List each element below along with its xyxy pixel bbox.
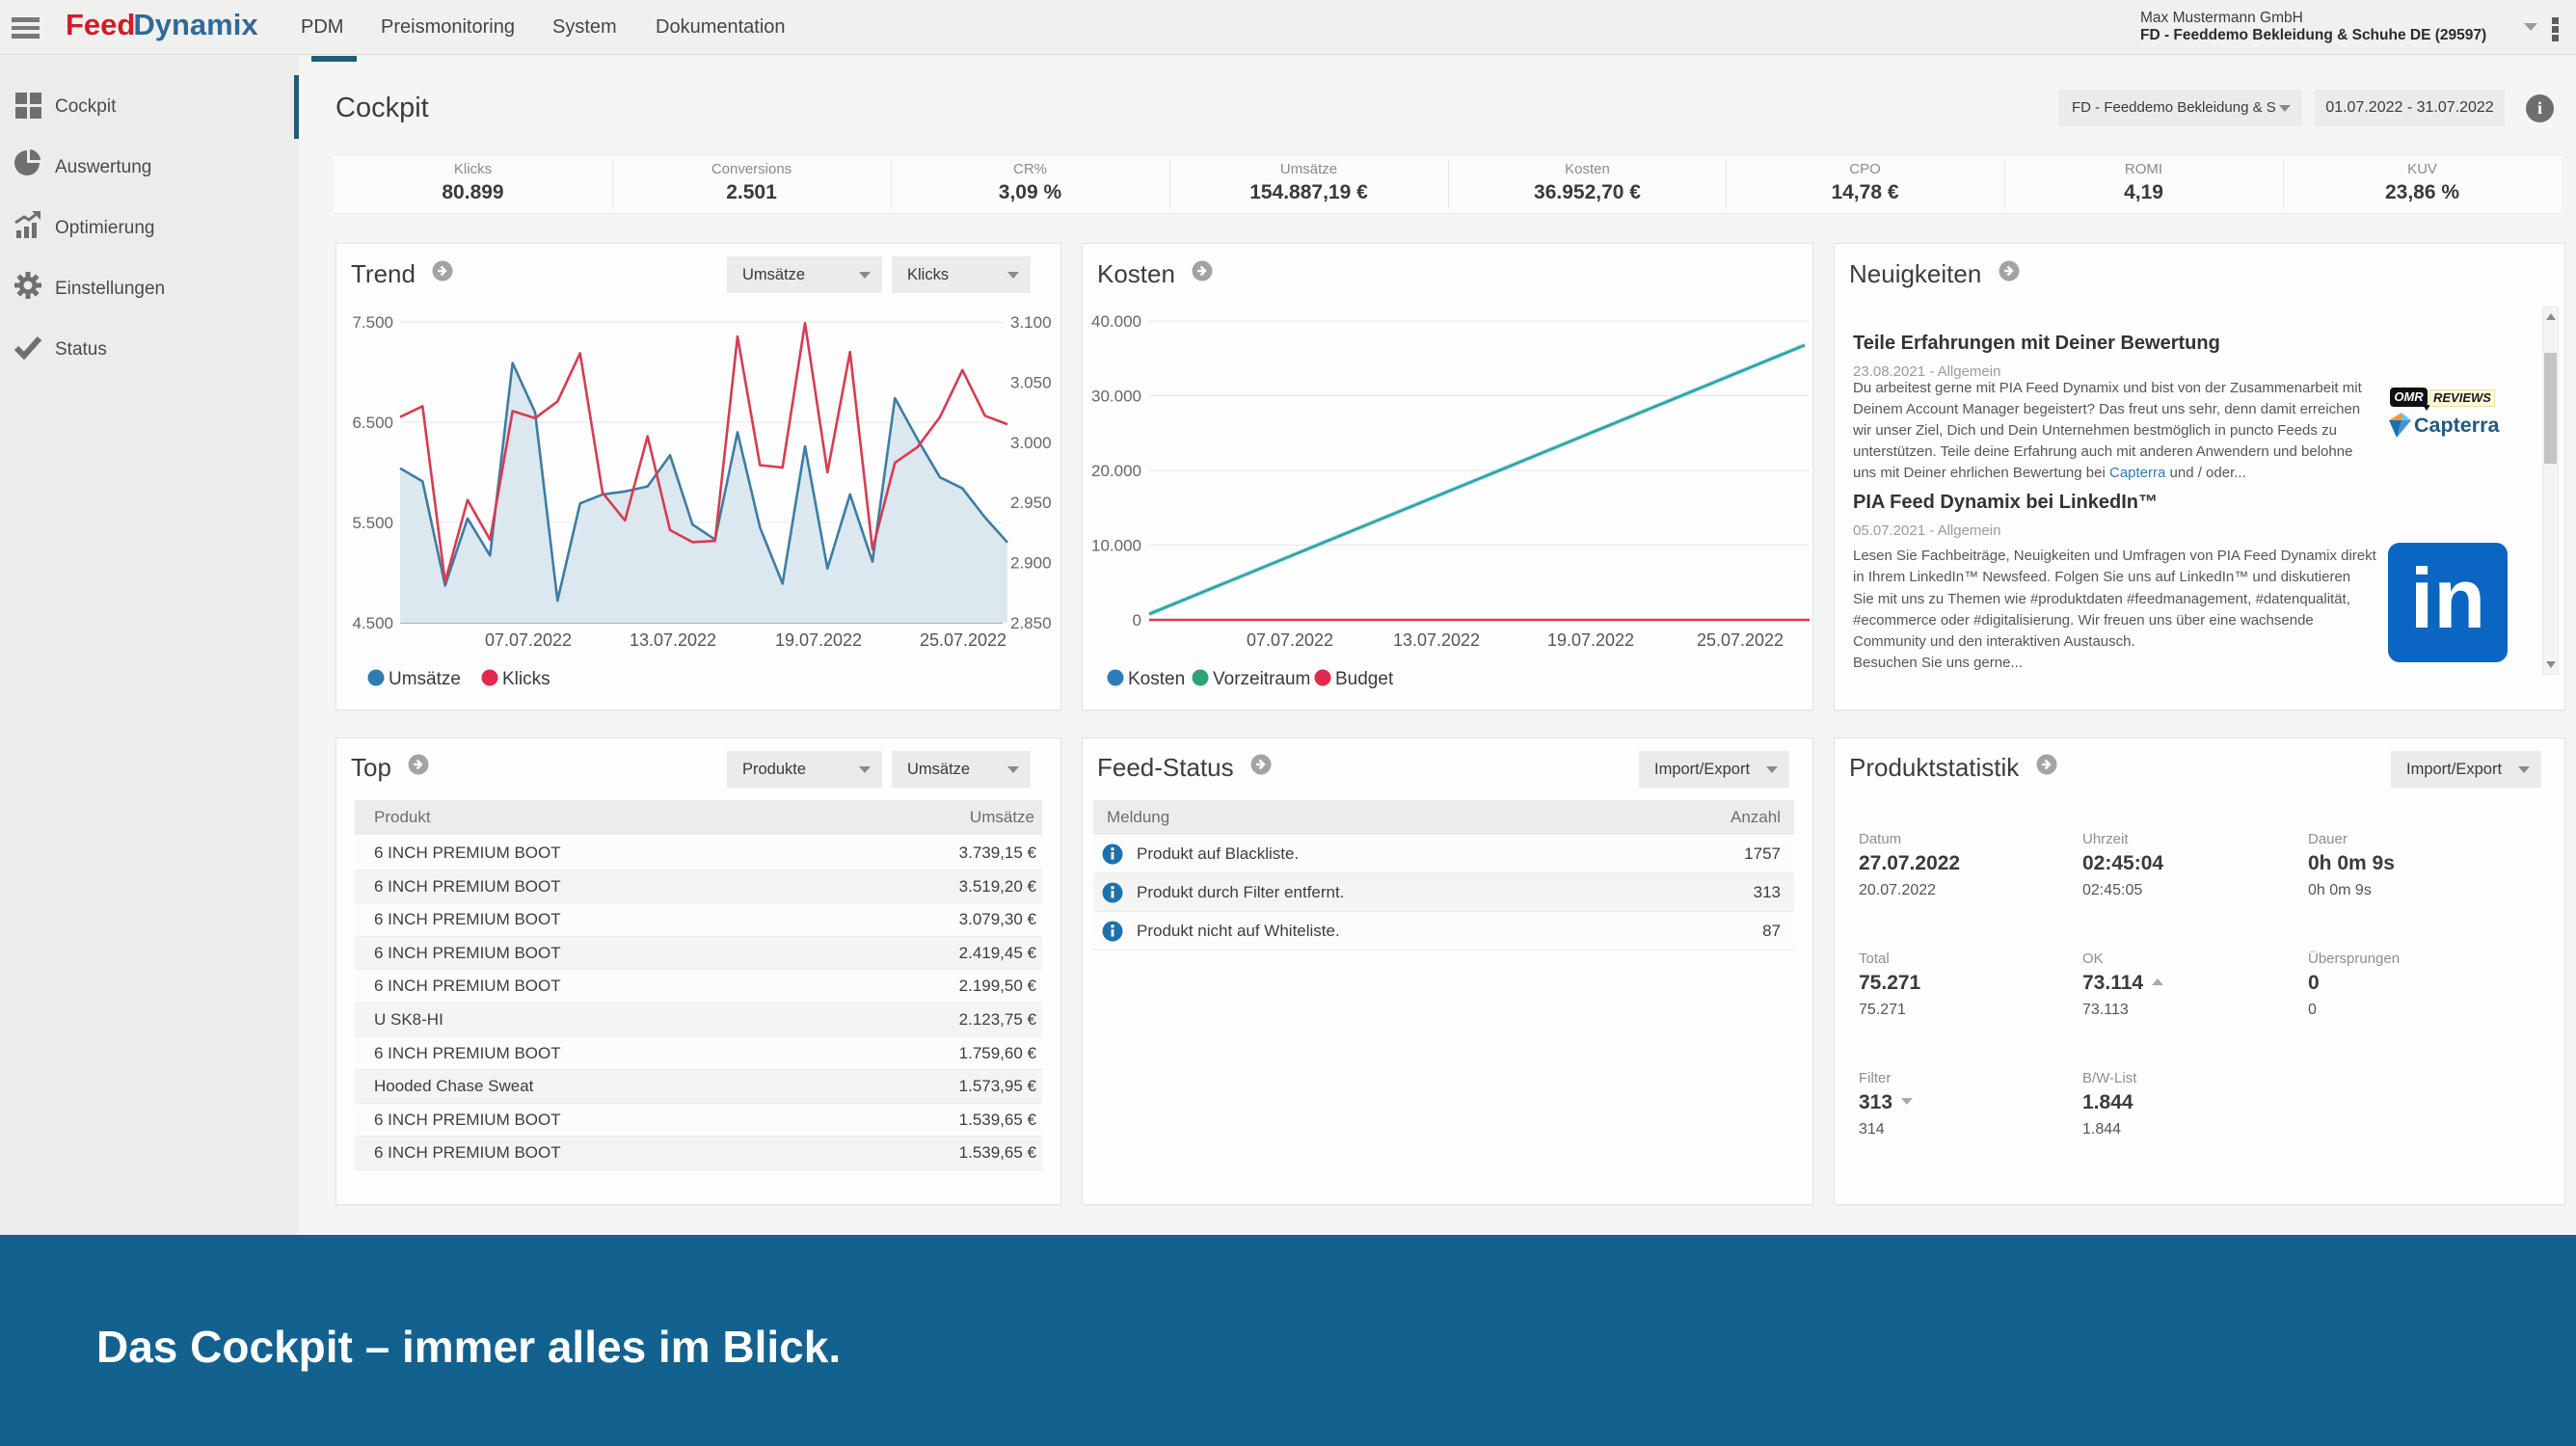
svg-text:40.000: 40.000 [1091,312,1141,331]
svg-text:19.07.2022: 19.07.2022 [775,630,862,650]
svg-text:4.500: 4.500 [352,614,393,632]
svg-text:6.500: 6.500 [352,414,393,432]
svg-text:2.950: 2.950 [1010,494,1052,512]
svg-text:20.000: 20.000 [1091,462,1141,480]
svg-text:7.500: 7.500 [352,313,393,332]
svg-text:Vorzeitraum: Vorzeitraum [1213,669,1310,689]
svg-text:25.07.2022: 25.07.2022 [920,630,1006,650]
svg-text:Budget: Budget [1335,669,1394,689]
svg-text:13.07.2022: 13.07.2022 [630,630,716,650]
svg-text:19.07.2022: 19.07.2022 [1547,630,1634,650]
svg-text:Umsätze: Umsätze [389,669,461,689]
svg-text:3.100: 3.100 [1010,313,1052,332]
svg-text:2.850: 2.850 [1010,614,1052,632]
svg-text:30.000: 30.000 [1091,388,1141,406]
svg-text:07.07.2022: 07.07.2022 [485,630,572,650]
svg-text:13.07.2022: 13.07.2022 [1393,630,1480,650]
svg-text:3.050: 3.050 [1010,373,1052,391]
svg-text:5.500: 5.500 [352,514,393,532]
svg-text:2.900: 2.900 [1010,554,1052,573]
svg-text:10.000: 10.000 [1091,537,1141,555]
svg-text:07.07.2022: 07.07.2022 [1247,630,1333,650]
svg-text:3.000: 3.000 [1010,434,1052,452]
svg-text:Kosten: Kosten [1128,669,1185,689]
svg-text:Klicks: Klicks [502,669,550,689]
svg-text:25.07.2022: 25.07.2022 [1697,630,1784,650]
svg-text:0: 0 [1133,611,1141,629]
